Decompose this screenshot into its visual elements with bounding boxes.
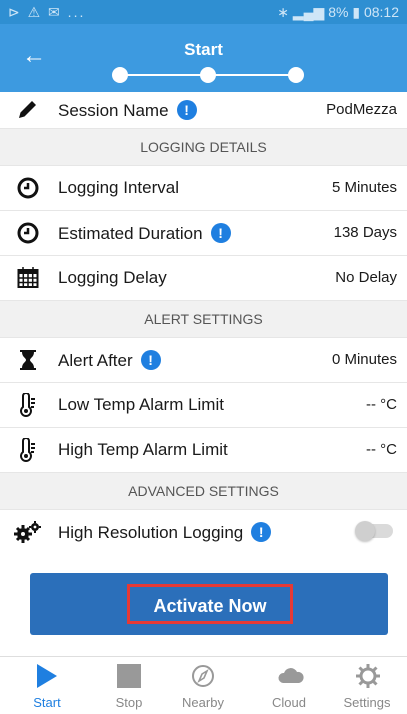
activate-now-button[interactable]: Activate Now — [30, 573, 388, 635]
gear-icon — [356, 664, 380, 688]
high-resolution-label: High Resolution Logging! — [58, 522, 272, 543]
status-right: ∗ ▂▄▆ 8% ▮ 08:12 — [277, 4, 399, 21]
estimated-duration-value: 138 Days — [333, 224, 397, 241]
low-temp-label: Low Temp Alarm Limit — [58, 395, 224, 414]
tab-cloud[interactable]: Cloud — [249, 657, 329, 714]
tab-cloud-label: Cloud — [272, 695, 306, 710]
alert-after-value: 0 Minutes — [331, 351, 397, 368]
clock-icon — [17, 222, 39, 244]
bluetooth-icon: ∗ — [277, 4, 289, 20]
cloud-icon — [278, 668, 304, 683]
step-dot-2 — [200, 67, 216, 83]
clock-icon — [17, 177, 39, 199]
calendar-icon — [17, 267, 39, 288]
section-alert-settings: ALERT SETTINGS — [0, 301, 407, 338]
high-resolution-toggle[interactable] — [355, 521, 393, 541]
high-temp-value: -- °C — [366, 441, 397, 458]
tab-settings[interactable]: Settings — [327, 657, 407, 714]
step-dot-1 — [112, 67, 128, 83]
bottom-tab-bar: Start Stop Nearby Cloud Settings — [0, 657, 407, 714]
estimated-duration-info-icon[interactable]: ! — [210, 223, 231, 243]
signal-icon: ▂▄▆ — [292, 4, 325, 20]
battery-level: 8% — [328, 4, 349, 20]
tab-settings-label: Settings — [343, 695, 391, 710]
session-name-info-icon[interactable]: ! — [176, 100, 197, 120]
high-resolution-row: High Resolution Logging! — [0, 510, 407, 554]
status-bar: ⊳ ⚠ ✉ ... ∗ ▂▄▆ 8% ▮ 08:12 — [0, 0, 407, 24]
tab-stop[interactable]: Stop — [89, 657, 169, 714]
battery-icon: ▮ — [352, 4, 361, 20]
step-connector — [124, 74, 204, 76]
low-temp-value: -- °C — [366, 396, 397, 413]
logging-delay-value: No Delay — [335, 269, 397, 286]
pencil-icon — [19, 101, 36, 118]
thermometer-icon — [20, 438, 35, 462]
section-logging-details: LOGGING DETAILS — [0, 129, 407, 166]
hourglass-icon — [20, 350, 36, 370]
stop-icon — [117, 664, 141, 688]
alert-after-info-icon[interactable]: ! — [140, 350, 161, 370]
session-name-row[interactable]: Session Name! PodMezza — [0, 92, 407, 129]
tab-nearby-label: Nearby — [182, 695, 224, 710]
alert-after-label: Alert After! — [58, 350, 161, 371]
session-name-value: PodMezza — [326, 101, 397, 118]
play-icon — [37, 664, 57, 688]
clock: 08:12 — [363, 4, 399, 20]
high-temp-label: High Temp Alarm Limit — [58, 440, 228, 459]
logging-delay-label: Logging Delay — [58, 268, 167, 287]
high-resolution-info-icon[interactable]: ! — [251, 522, 272, 542]
tab-nearby[interactable]: Nearby — [163, 657, 243, 714]
status-notification-icons: ⊳ ⚠ ✉ ... — [8, 4, 86, 20]
logging-interval-label: Logging Interval — [58, 178, 179, 197]
estimated-duration-row: Estimated Duration! 138 Days — [0, 211, 407, 256]
thermometer-icon — [20, 393, 35, 417]
low-temp-row[interactable]: Low Temp Alarm Limit -- °C — [0, 383, 407, 428]
estimated-duration-label: Estimated Duration! — [58, 223, 231, 244]
step-connector — [212, 74, 292, 76]
logging-delay-row[interactable]: Logging Delay No Delay — [0, 256, 407, 301]
tab-start-label: Start — [33, 695, 61, 710]
logging-interval-row[interactable]: Logging Interval 5 Minutes — [0, 166, 407, 211]
settings-list: Session Name! PodMezza LOGGING DETAILS L… — [0, 92, 407, 554]
tab-start[interactable]: Start — [7, 657, 87, 714]
app-bar: ← Start — [0, 24, 407, 92]
compass-icon — [192, 665, 214, 687]
step-dot-3 — [288, 67, 304, 83]
gears-icon — [14, 521, 41, 543]
session-name-label: Session Name! — [58, 100, 197, 121]
toggle-knob — [355, 521, 375, 541]
activate-now-label: Activate Now — [127, 584, 293, 624]
high-temp-row[interactable]: High Temp Alarm Limit -- °C — [0, 428, 407, 473]
step-indicator — [112, 67, 304, 83]
tab-stop-label: Stop — [115, 695, 143, 710]
section-advanced-settings: ADVANCED SETTINGS — [0, 473, 407, 510]
page-title: Start — [184, 40, 223, 59]
logging-interval-value: 5 Minutes — [331, 179, 397, 196]
alert-after-row[interactable]: Alert After! 0 Minutes — [0, 338, 407, 383]
